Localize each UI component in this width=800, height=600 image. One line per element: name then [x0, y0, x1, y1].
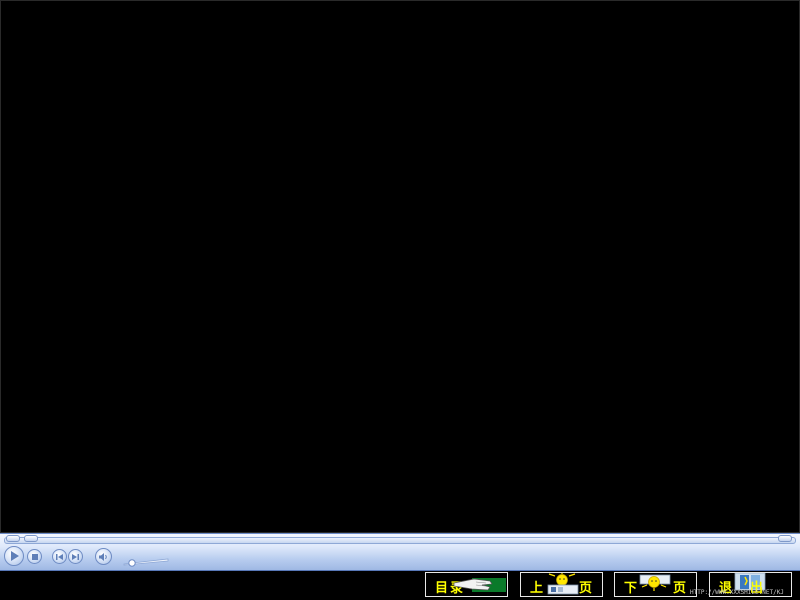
next-label-2: 页 [673, 581, 687, 596]
next-button[interactable] [68, 549, 83, 564]
mini-mode-button[interactable] [6, 535, 20, 542]
smiley-sign-icon [637, 573, 673, 600]
contents-label-1: 目 [435, 581, 449, 596]
video-display-area[interactable] [0, 0, 800, 533]
next-icon [72, 553, 79, 560]
stop-button[interactable] [27, 549, 42, 564]
previous-icon [56, 553, 63, 560]
play-button[interactable] [4, 546, 24, 566]
media-player-controls [0, 533, 800, 571]
fullscreen-mini-button[interactable] [778, 535, 792, 542]
play-icon [10, 551, 19, 561]
speaker-icon [99, 552, 108, 561]
previous-button[interactable] [52, 549, 67, 564]
volume-slider[interactable] [122, 552, 170, 567]
mini-view-button[interactable] [24, 535, 38, 542]
pointing-hand-icon [452, 574, 506, 598]
stop-icon [31, 553, 38, 560]
prev-label-1: 上 [530, 581, 544, 596]
mute-button[interactable] [95, 548, 112, 565]
contents-button[interactable]: 目 录 [425, 572, 508, 597]
volume-thumb [128, 559, 136, 567]
previous-page-button[interactable]: 上 页 [520, 571, 603, 600]
prev-label-2: 页 [579, 581, 593, 596]
footer-url-text: HTTP://WWW.XXXSHILE.NET/KJ [690, 589, 784, 596]
next-page-button[interactable]: 下 页 [614, 572, 697, 597]
smiley-sign-icon [545, 571, 581, 600]
next-label-1: 下 [624, 581, 638, 596]
seek-bar[interactable] [4, 537, 796, 544]
